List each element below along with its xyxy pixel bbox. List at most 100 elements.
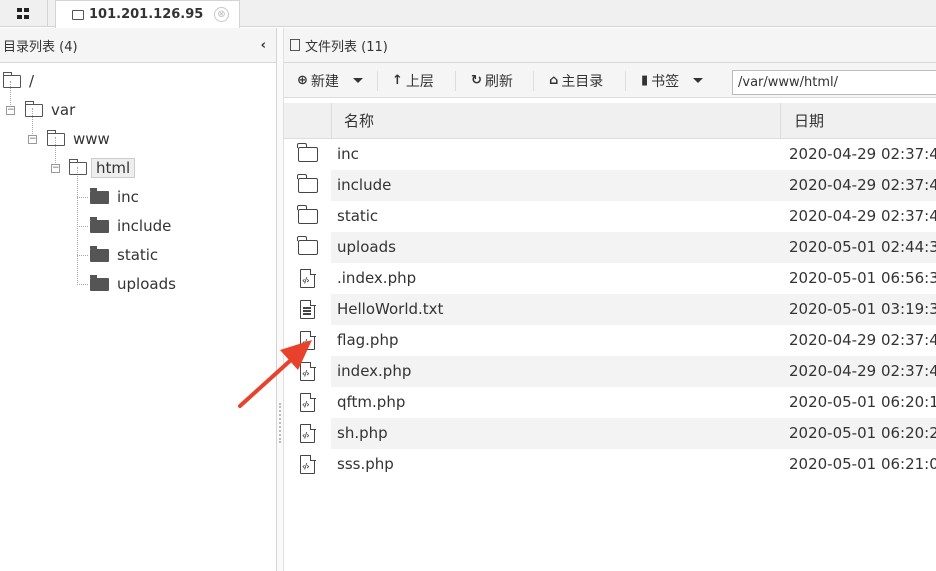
- file-icon-cell: ‹/›: [284, 449, 331, 480]
- file-row[interactable]: ‹/› index.php 2020-04-29 02:37:47: [284, 356, 936, 387]
- file-date: 2020-05-01 06:20:10: [789, 393, 936, 411]
- tree-node-label: uploads: [117, 275, 176, 293]
- column-header-name[interactable]: 名称: [331, 103, 781, 139]
- collapse-toggle-icon[interactable]: −: [6, 106, 15, 115]
- tree-node-label-selected: html: [91, 158, 136, 178]
- tree-node-label: include: [117, 217, 172, 235]
- tree-node-root[interactable]: /: [2, 71, 35, 91]
- collapse-toggle-icon[interactable]: −: [28, 135, 37, 144]
- new-button[interactable]: ⊕ 新建: [297, 63, 363, 98]
- tree-node-label: /: [29, 72, 35, 90]
- code-file-icon: ‹/›: [300, 454, 316, 474]
- file-icon-cell: [284, 201, 331, 232]
- file-name: .index.php: [337, 269, 417, 287]
- tab-bar: 101.201.126.95 ⊗: [0, 0, 936, 28]
- file-name: inc: [337, 145, 359, 163]
- pane-splitter[interactable]: [277, 28, 284, 571]
- grid-icon: [17, 8, 30, 19]
- close-icon[interactable]: ⊗: [214, 7, 229, 22]
- grid-menu-button[interactable]: [0, 0, 48, 27]
- directory-pane: 目录列表 (4) ‹ / − var − www − html inc incl…: [0, 28, 277, 571]
- file-date: 2020-04-29 02:37:47: [789, 362, 936, 380]
- file-row[interactable]: ‹/› .index.php 2020-05-01 06:56:35: [284, 263, 936, 294]
- tree-node-www[interactable]: www: [46, 129, 110, 149]
- folder-icon: [90, 245, 109, 262]
- collapse-icon[interactable]: ‹: [261, 38, 266, 53]
- folder-icon: [72, 9, 84, 20]
- file-name: uploads: [337, 238, 396, 256]
- folder-icon: [297, 143, 318, 162]
- file-name: include: [337, 176, 392, 194]
- file-icon-cell: ‹/›: [284, 325, 331, 356]
- file-name: HelloWorld.txt: [337, 300, 444, 318]
- refresh-button-label: 刷新: [484, 73, 513, 90]
- file-row[interactable]: ‹/› sss.php 2020-05-01 06:21:00: [284, 449, 936, 480]
- file-toolbar: ⊕ 新建 ↑ 上层 ↻ 刷新 ⌂ 主目录 ▮ 书签 /var/www/html/: [284, 63, 936, 98]
- directory-tree: / − var − www − html inc include static: [0, 63, 276, 563]
- file-date: 2020-05-01 02:44:32: [789, 238, 936, 256]
- file-pane: 文件列表 (11) ⊕ 新建 ↑ 上层 ↻ 刷新 ⌂ 主目录 ▮ 书签 /var…: [238, 28, 936, 571]
- up-button-label: 上层: [405, 73, 434, 90]
- tab-connection[interactable]: 101.201.126.95 ⊗: [55, 0, 240, 28]
- file-icon: [290, 39, 300, 51]
- file-date: 2020-05-01 03:19:32: [789, 300, 936, 318]
- home-button-label: 主目录: [561, 73, 604, 90]
- refresh-icon: ↻: [471, 73, 482, 88]
- folder-icon: [297, 174, 318, 193]
- file-icon-cell: [284, 232, 331, 263]
- file-name: qftm.php: [337, 393, 406, 411]
- tree-node-label: static: [117, 246, 159, 264]
- arrow-up-icon: ↑: [392, 73, 403, 88]
- file-row[interactable]: inc 2020-04-29 02:37:45: [284, 139, 936, 170]
- file-name: static: [337, 207, 379, 225]
- refresh-button[interactable]: ↻ 刷新: [471, 63, 513, 98]
- folder-icon: [297, 236, 318, 255]
- folder-icon: [90, 216, 109, 233]
- tree-node-inc[interactable]: inc: [90, 187, 139, 207]
- tree-node-html[interactable]: html: [68, 158, 136, 178]
- tree-node-label: inc: [117, 188, 139, 206]
- file-pane-title: 文件列表 (11): [305, 39, 388, 55]
- folder-icon: [90, 187, 109, 204]
- tree-node-static[interactable]: static: [90, 245, 158, 265]
- folder-icon: [90, 274, 109, 291]
- collapse-toggle-icon[interactable]: −: [51, 164, 60, 173]
- folder-icon: [68, 158, 87, 175]
- folder-icon: [2, 71, 21, 88]
- text-file-icon: [300, 299, 316, 319]
- file-row[interactable]: ‹/› flag.php 2020-04-29 02:37:47: [284, 325, 936, 356]
- folder-icon: [24, 100, 43, 117]
- file-table-body: inc 2020-04-29 02:37:45 include 2020-04-29 …: [284, 139, 936, 480]
- tree-node-include[interactable]: include: [90, 216, 171, 236]
- bookmark-button-label: 书签: [651, 73, 680, 90]
- code-file-icon: ‹/›: [300, 392, 316, 412]
- file-date: 2020-04-29 02:37:46: [789, 176, 936, 194]
- directory-pane-title: 目录列表 (4): [3, 39, 78, 55]
- file-icon-cell: ‹/›: [284, 263, 331, 294]
- file-icon-cell: [284, 139, 331, 170]
- file-row[interactable]: ‹/› qftm.php 2020-05-01 06:20:10: [284, 387, 936, 418]
- tree-node-uploads[interactable]: uploads: [90, 274, 176, 294]
- up-button[interactable]: ↑ 上层: [392, 63, 434, 98]
- tree-node-var[interactable]: var: [24, 100, 76, 120]
- path-input[interactable]: /var/www/html/: [732, 70, 936, 95]
- file-row[interactable]: ‹/› sh.php 2020-05-01 06:20:25: [284, 418, 936, 449]
- file-row[interactable]: HelloWorld.txt 2020-05-01 03:19:32: [284, 294, 936, 325]
- file-row[interactable]: static 2020-04-29 02:37:47: [284, 201, 936, 232]
- file-icon-cell: [284, 294, 331, 325]
- file-row[interactable]: uploads 2020-05-01 02:44:32: [284, 232, 936, 263]
- column-header-date[interactable]: 日期: [780, 103, 936, 139]
- file-icon-cell: ‹/›: [284, 418, 331, 449]
- file-icon-cell: ‹/›: [284, 356, 331, 387]
- file-pane-header: 文件列表 (11): [284, 28, 936, 63]
- file-date: 2020-04-29 02:37:47: [789, 331, 936, 349]
- home-button[interactable]: ⌂ 主目录: [549, 63, 603, 98]
- code-file-icon: ‹/›: [300, 330, 316, 350]
- bookmark-button[interactable]: ▮ 书签: [641, 63, 704, 98]
- code-file-icon: ‹/›: [300, 268, 316, 288]
- file-row[interactable]: include 2020-04-29 02:37:46: [284, 170, 936, 201]
- file-icon-cell: [284, 170, 331, 201]
- file-name: sh.php: [337, 424, 388, 442]
- tree-node-label: www: [73, 130, 110, 148]
- tree-node-label: var: [51, 101, 76, 119]
